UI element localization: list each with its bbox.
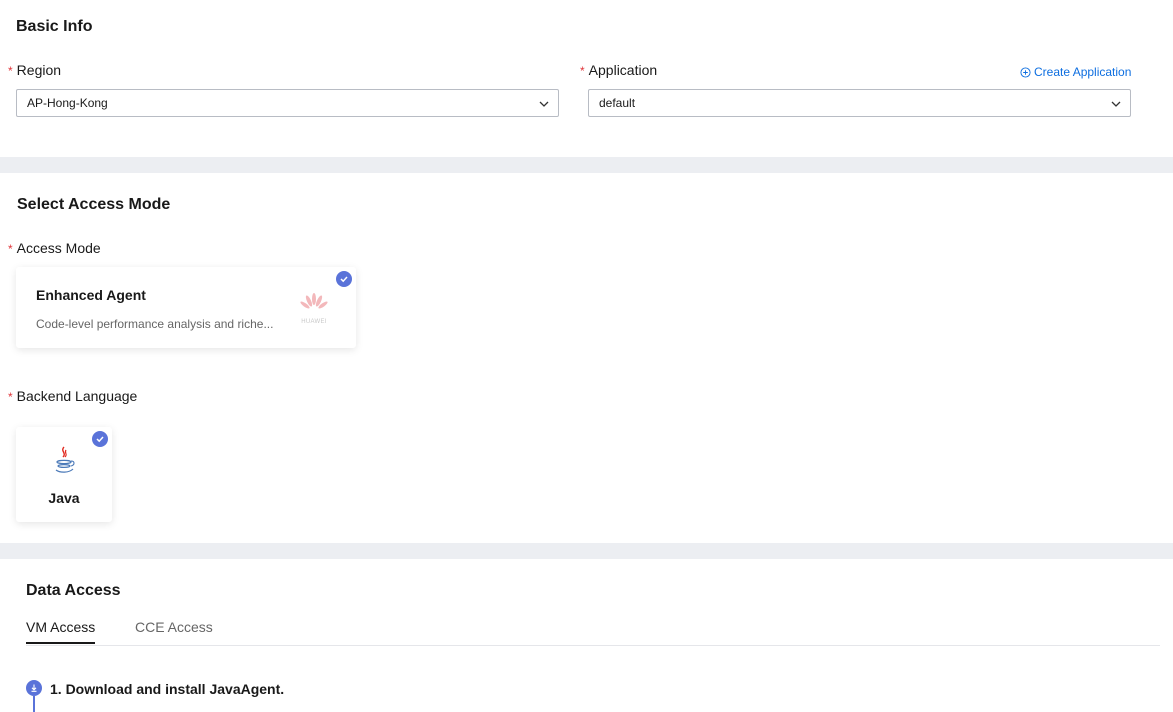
- huawei-logo-icon: [300, 293, 328, 309]
- required-marker: *: [8, 242, 13, 256]
- chevron-down-icon: [539, 101, 549, 107]
- chevron-down-icon: [1111, 101, 1121, 107]
- create-application-label: Create Application: [1034, 65, 1132, 79]
- region-label-text: Region: [16, 62, 62, 78]
- java-label: Java: [48, 490, 80, 506]
- step-connector-line: [33, 696, 35, 712]
- data-access-panel: Data Access VM Access CCE Access 1. Down…: [0, 559, 1173, 712]
- application-select[interactable]: default: [588, 89, 1131, 117]
- huawei-logo: HUAWEI: [298, 292, 330, 325]
- data-access-tabs: VM Access CCE Access: [26, 619, 1160, 646]
- application-value: default: [599, 96, 636, 110]
- checkmark-icon: [92, 431, 108, 447]
- enhanced-agent-card[interactable]: Enhanced Agent Code-level performance an…: [16, 267, 356, 348]
- access-mode-panel: Select Access Mode * Access Mode Enhanced…: [0, 173, 1173, 543]
- required-marker: *: [8, 64, 13, 78]
- create-application-link[interactable]: Create Application: [1020, 65, 1131, 79]
- basic-info-title: Basic Info: [16, 18, 93, 35]
- required-marker: *: [8, 390, 13, 404]
- step-1-title: 1. Download and install JavaAgent.: [50, 681, 285, 697]
- huawei-logo-text: HUAWEI: [301, 319, 327, 325]
- region-value: AP-Hong-Kong: [27, 96, 108, 110]
- backend-language-label: * Backend Language: [8, 388, 137, 404]
- download-step-icon: [26, 680, 42, 696]
- plus-circle-icon: [1020, 66, 1031, 78]
- required-marker: *: [580, 64, 585, 78]
- access-mode-title: Select Access Mode: [17, 196, 171, 213]
- java-icon: [55, 446, 75, 473]
- enhanced-agent-title: Enhanced Agent: [36, 287, 146, 303]
- application-label: * Application: [580, 62, 657, 78]
- region-select[interactable]: AP-Hong-Kong: [16, 89, 559, 117]
- data-access-title: Data Access: [26, 582, 121, 599]
- checkmark-icon: [336, 271, 352, 287]
- access-mode-label: * Access Mode: [8, 240, 101, 256]
- backend-language-label-text: Backend Language: [16, 388, 138, 404]
- enhanced-agent-description: Code-level performance analysis and rich…: [36, 317, 274, 331]
- region-label: * Region: [8, 62, 61, 78]
- access-mode-label-text: Access Mode: [16, 240, 101, 256]
- tab-vm-access[interactable]: VM Access: [26, 619, 96, 644]
- tab-cce-access[interactable]: CCE Access: [135, 619, 213, 635]
- java-card[interactable]: Java: [16, 427, 112, 522]
- basic-info-panel: Basic Info * Region AP-Hong-Kong * Applica…: [0, 0, 1173, 157]
- application-label-text: Application: [588, 62, 658, 78]
